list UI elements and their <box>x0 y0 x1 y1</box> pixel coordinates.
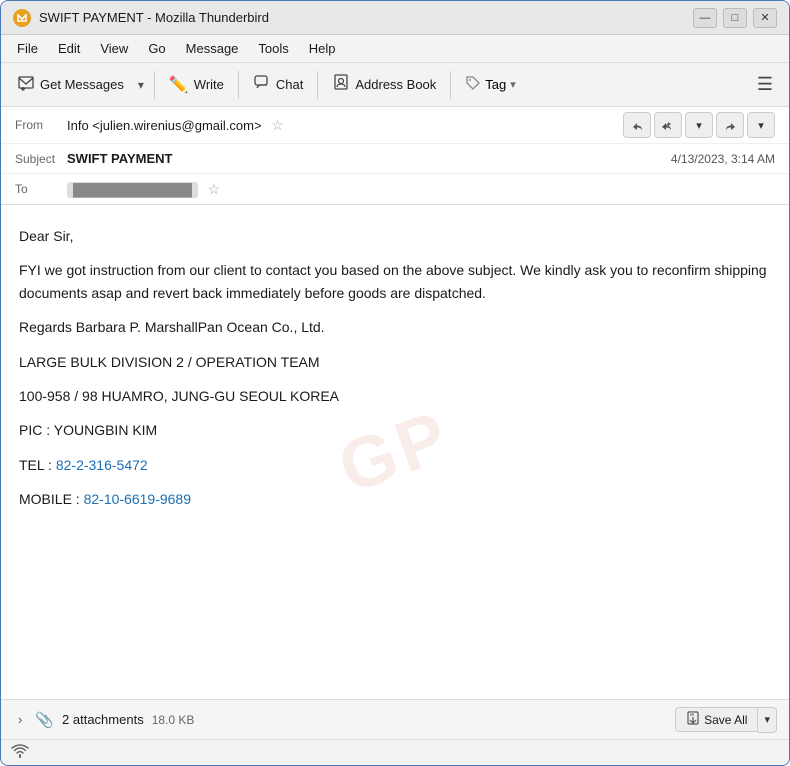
chat-label: Chat <box>276 77 303 92</box>
from-address: Info <julien.wirenius@gmail.com> <box>67 118 262 133</box>
menu-bar: File Edit View Go Message Tools Help <box>1 35 789 63</box>
mobile-link[interactable]: 82-10-6619-9689 <box>84 491 191 507</box>
attachment-count: 2 attachments <box>62 712 144 727</box>
tag-icon <box>465 75 481 94</box>
pic-line: PIC : YOUNGBIN KIM <box>19 419 771 441</box>
regards-line: Regards Barbara P. MarshallPan Ocean Co.… <box>19 316 771 338</box>
division-line: LARGE BULK DIVISION 2 / OPERATION TEAM <box>19 351 771 373</box>
save-all-dropdown-button[interactable]: ▾ <box>758 707 777 733</box>
to-row: To ██████████████ ☆ <box>1 174 789 204</box>
get-messages-button[interactable]: Get Messages <box>9 69 132 100</box>
tel-line: TEL : 82-2-316-5472 <box>19 454 771 476</box>
close-button[interactable]: ✕ <box>753 8 777 28</box>
hamburger-menu-button[interactable]: ☰ <box>749 70 781 99</box>
sep2 <box>238 71 239 99</box>
menu-tools[interactable]: Tools <box>250 38 296 59</box>
tag-button[interactable]: Tag ▾ <box>457 71 524 98</box>
attachment-bar: › 📎 2 attachments 18.0 KB Save All ▾ <box>1 699 789 739</box>
reply-button[interactable] <box>623 112 651 138</box>
from-row: From Info <julien.wirenius@gmail.com> ☆ <box>1 107 789 144</box>
date-value: 4/13/2023, 3:14 AM <box>671 152 775 166</box>
body-paragraph: FYI we got instruction from our client t… <box>19 259 771 304</box>
address-book-button[interactable]: Address Book <box>324 69 444 100</box>
forward-dropdown-button[interactable]: ▾ <box>747 112 775 138</box>
chat-icon <box>253 73 271 96</box>
app-icon <box>13 9 31 27</box>
menu-view[interactable]: View <box>92 38 136 59</box>
toolbar: Get Messages ▾ ✏️ Write Chat <box>1 63 789 107</box>
to-address-redacted: ██████████████ <box>67 182 198 198</box>
sep4 <box>450 71 451 99</box>
write-button[interactable]: ✏️ Write <box>161 71 232 99</box>
menu-edit[interactable]: Edit <box>50 38 88 59</box>
tel-link[interactable]: 82-2-316-5472 <box>56 457 148 473</box>
sep1 <box>154 71 155 99</box>
menu-file[interactable]: File <box>9 38 46 59</box>
menu-go[interactable]: Go <box>140 38 173 59</box>
tag-dropdown-icon: ▾ <box>510 78 516 91</box>
greeting: Dear Sir, <box>19 225 771 247</box>
reply-dropdown-button[interactable]: ▾ <box>685 112 713 138</box>
attachment-expand-button[interactable]: › <box>13 710 27 729</box>
get-messages-icon <box>17 73 35 96</box>
maximize-button[interactable]: □ <box>723 8 747 28</box>
window-title: SWIFT PAYMENT - Mozilla Thunderbird <box>39 10 693 25</box>
from-star-icon[interactable]: ☆ <box>271 117 284 133</box>
paperclip-icon: 📎 <box>35 711 54 729</box>
save-all-group: Save All ▾ <box>675 707 777 733</box>
mobile-label: MOBILE : <box>19 491 84 507</box>
email-body: GP Dear Sir, FYI we got instruction from… <box>1 205 789 699</box>
to-label: To <box>15 182 67 196</box>
email-header: From Info <julien.wirenius@gmail.com> ☆ <box>1 107 789 205</box>
from-value: Info <julien.wirenius@gmail.com> ☆ <box>67 117 623 134</box>
chat-button[interactable]: Chat <box>245 69 311 100</box>
address-line: 100-958 / 98 HUAMRO, JUNG-GU SEOUL KOREA <box>19 385 771 407</box>
menu-help[interactable]: Help <box>301 38 344 59</box>
email-body-content: Dear Sir, FYI we got instruction from ou… <box>19 225 771 511</box>
status-bar <box>1 739 789 765</box>
save-icon <box>686 711 700 728</box>
mobile-line: MOBILE : 82-10-6619-9689 <box>19 488 771 510</box>
forward-button[interactable] <box>716 112 744 138</box>
get-messages-label: Get Messages <box>40 77 124 92</box>
address-book-label: Address Book <box>355 77 436 92</box>
to-value: ██████████████ ☆ <box>67 181 775 198</box>
attachment-size: 18.0 KB <box>152 713 195 727</box>
sep3 <box>317 71 318 99</box>
app-window: SWIFT PAYMENT - Mozilla Thunderbird — □ … <box>0 0 790 766</box>
menu-message[interactable]: Message <box>178 38 247 59</box>
write-label: Write <box>194 77 224 92</box>
subject-row: Subject SWIFT PAYMENT 4/13/2023, 3:14 AM <box>1 144 789 174</box>
wifi-icon <box>11 744 29 761</box>
from-label: From <box>15 118 67 132</box>
subject-label: Subject <box>15 152 67 166</box>
tel-label: TEL : <box>19 457 56 473</box>
address-book-icon <box>332 73 350 96</box>
write-icon: ✏️ <box>169 75 189 95</box>
get-messages-dropdown[interactable]: ▾ <box>134 74 148 96</box>
title-bar: SWIFT PAYMENT - Mozilla Thunderbird — □ … <box>1 1 789 35</box>
reply-all-button[interactable] <box>654 112 682 138</box>
subject-value: SWIFT PAYMENT <box>67 151 671 166</box>
reply-actions: ▾ ▾ <box>623 112 775 138</box>
tag-label: Tag <box>485 77 506 92</box>
minimize-button[interactable]: — <box>693 8 717 28</box>
save-all-button[interactable]: Save All <box>675 707 758 732</box>
to-star-icon[interactable]: ☆ <box>208 181 221 197</box>
save-all-label: Save All <box>704 713 747 727</box>
window-controls: — □ ✕ <box>693 8 777 28</box>
